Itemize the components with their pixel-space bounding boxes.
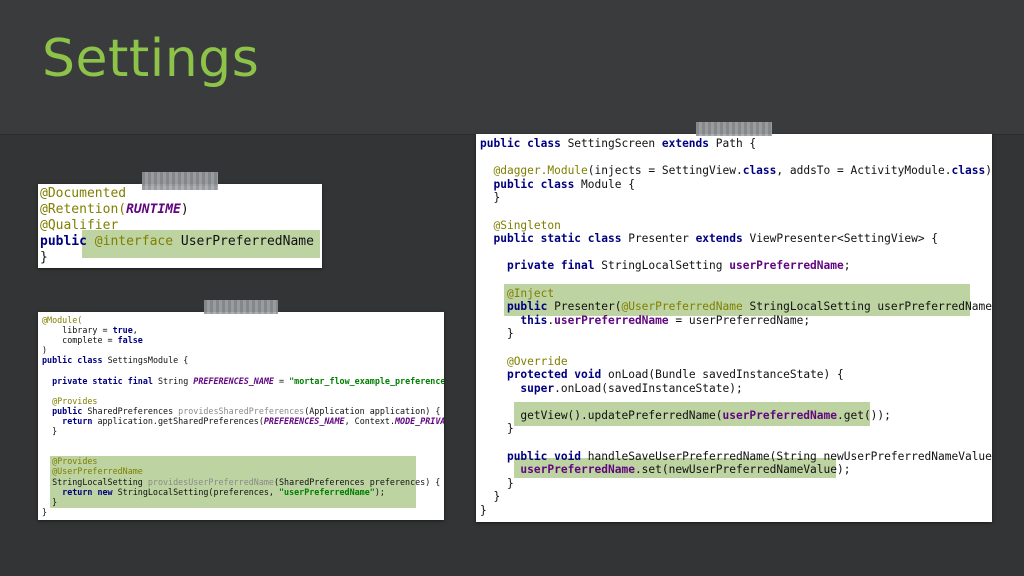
code-line: } <box>42 496 58 507</box>
code-line: this.userPreferredName = userPreferredNa… <box>520 313 811 327</box>
code-line: return application.getSharedPreferences(… <box>62 415 444 426</box>
code-line: StringLocalSetting providesUserPreferred… <box>42 476 441 487</box>
code-line: @Qualifier <box>40 218 119 233</box>
qualifier-code-panel: @Documented @Retention(RUNTIME) @Qualifier… <box>38 184 322 268</box>
code-line: public static class Presenter extends Vi… <box>493 232 939 246</box>
code-line: } <box>480 504 487 518</box>
slide-title: Settings <box>42 29 260 89</box>
code-line: getView().updatePreferredName(userPrefer… <box>480 408 891 422</box>
code-line: library = true, <box>42 325 138 336</box>
code-line: public @interface UserPreferredName { <box>40 234 322 249</box>
code-line: public void handleSaveUserPreferredName(… <box>506 449 992 463</box>
code-line: return new StringLocalSetting(preference… <box>62 486 385 497</box>
code-line: } <box>480 490 501 504</box>
code-line: protected void onLoad(Bundle savedInstan… <box>506 368 844 382</box>
code-line: } <box>480 191 501 205</box>
tape-strip-module <box>204 300 278 314</box>
code-line: @Provides <box>52 456 98 467</box>
code-line: } <box>480 476 514 490</box>
code-line: @Module( <box>42 315 83 325</box>
code-line: @UserPreferredName <box>52 466 143 477</box>
code-line: @Inject <box>506 286 555 300</box>
code-line: super.onLoad(savedInstanceState); <box>520 381 743 395</box>
code-line: ) <box>42 345 48 356</box>
code-line: @Retention(RUNTIME) <box>40 202 189 217</box>
code-line: @Singleton <box>493 218 561 232</box>
setting-screen-code-panel: public class SettingScreen extends Path … <box>476 134 992 522</box>
tape-strip-screen <box>696 122 772 136</box>
code-line: @dagger.Module(injects = SettingView.cla… <box>493 164 992 178</box>
code-line: public class SettingsModule { <box>42 355 189 366</box>
settings-module-code-panel: @Module( library = true, complete = fals… <box>38 312 444 520</box>
code-line: public class Module { <box>493 177 635 191</box>
qualifier-code-block: @Documented @Retention(RUNTIME) @Qualifier… <box>40 186 322 266</box>
settings-module-code-block: @Module( library = true, complete = fals… <box>42 315 444 517</box>
code-line: } <box>480 327 514 341</box>
code-line: complete = false <box>42 335 143 346</box>
code-line: public Presenter(@UserPreferredName Stri… <box>506 300 992 314</box>
code-line: } <box>42 506 48 517</box>
code-line: } <box>480 422 514 436</box>
code-line: public SharedPreferences providesSharedP… <box>52 405 441 416</box>
code-line: public class SettingScreen extends Path … <box>480 137 757 150</box>
code-line: private final StringLocalSetting userPre… <box>506 259 851 273</box>
code-line: } <box>42 426 58 437</box>
code-line: @Provides <box>52 395 98 406</box>
code-line: userPreferredName.set(newUserPreferredNa… <box>520 463 851 477</box>
setting-screen-code-block: public class SettingScreen extends Path … <box>480 137 992 518</box>
tape-strip-qualifier <box>142 172 218 186</box>
code-line: private static final String PREFERENCES_… <box>52 375 444 386</box>
code-line: } <box>40 250 48 265</box>
code-line: @Override <box>506 354 568 368</box>
